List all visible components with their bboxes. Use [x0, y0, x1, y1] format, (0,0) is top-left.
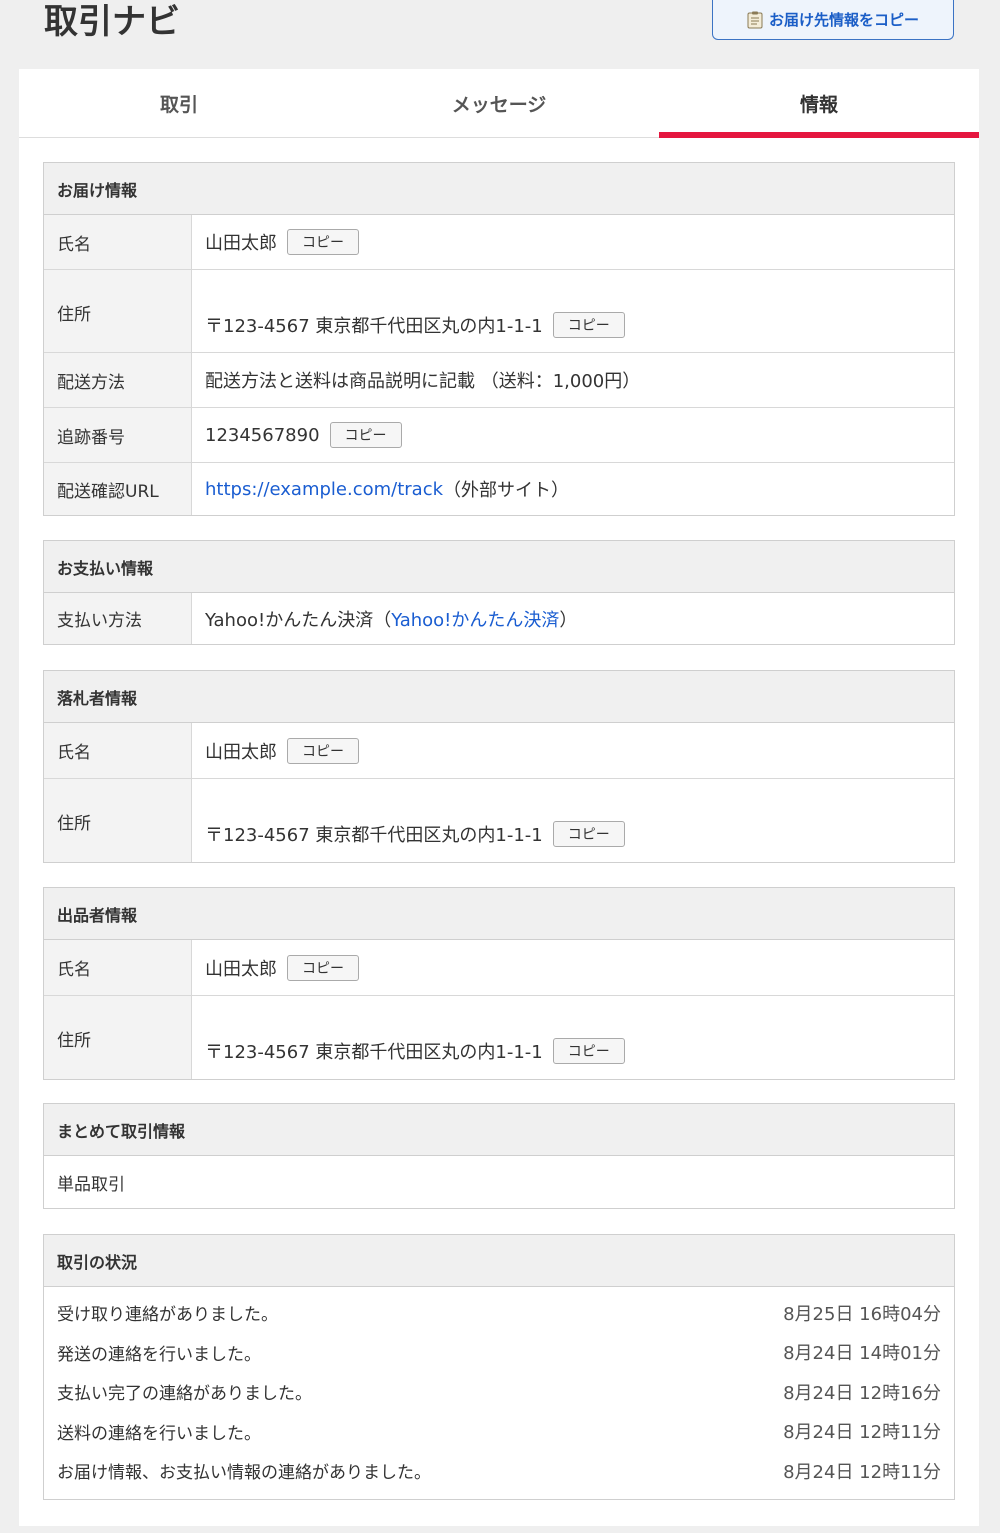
buyer-address-value: 〒123-4567 東京都千代田区丸の内1-1-1 [205, 824, 543, 846]
payment-method-link[interactable]: Yahoo!かんたん決済 [391, 606, 559, 632]
row-value: 山田太郎 コピー [192, 215, 954, 269]
bundle-value: 単品取引 [57, 1174, 125, 1195]
transaction-status-section: 取引の状況 受け取り連絡がありました。 8月25日 16時04分 発送の連絡を行… [43, 1234, 955, 1500]
bundle-info-section: まとめて取引情報 単品取引 [43, 1103, 955, 1209]
row-label: 配送方法 [44, 353, 192, 407]
tracking-url-link[interactable]: https://example.com/track [205, 479, 443, 500]
copy-name-button[interactable]: コピー [287, 954, 359, 981]
row-label: 氏名 [44, 215, 192, 269]
delivery-address-row: 住所 〒123-4567 東京都千代田区丸の内1-1-1 コピー [44, 270, 954, 353]
payment-method-suffix: ） [559, 609, 578, 631]
row-value: 〒123-4567 東京都千代田区丸の内1-1-1 コピー [192, 779, 954, 862]
row-label: 氏名 [44, 940, 192, 995]
copy-delivery-info-label: お届け先情報をコピー [768, 11, 919, 29]
status-time: 8月24日 12時16分 [783, 1382, 941, 1404]
status-time: 8月24日 12時11分 [783, 1461, 941, 1483]
tab-messages[interactable]: メッセージ [339, 69, 659, 137]
delivery-method-row: 配送方法 配送方法と送料は商品説明に記載 （送料：1,000円） [44, 353, 954, 408]
tab-info[interactable]: 情報 [659, 69, 979, 138]
page-title: 取引ナビ [44, 2, 180, 42]
section-heading: 出品者情報 [44, 888, 954, 940]
seller-info-section: 出品者情報 氏名 山田太郎 コピー 住所 〒123-4567 東京都千代田区丸の… [43, 887, 955, 1080]
delivery-method-value: 配送方法と送料は商品説明に記載 （送料：1,000円） [205, 371, 641, 392]
buyer-name-value: 山田太郎 [205, 741, 277, 763]
status-time: 8月24日 14時01分 [783, 1343, 941, 1365]
copy-address-button[interactable]: コピー [552, 312, 625, 338]
status-item: お届け情報、お支払い情報の連絡がありました。 8月24日 12時11分 [44, 1451, 954, 1491]
row-value: 〒123-4567 東京都千代田区丸の内1-1-1 コピー [192, 270, 954, 352]
section-heading: お支払い情報 [44, 541, 954, 593]
section-heading: まとめて取引情報 [44, 1104, 954, 1156]
external-site-note: （外部サイト） [443, 480, 570, 501]
tracking-number-row: 追跡番号 1234567890 コピー [44, 408, 954, 463]
seller-address-row: 住所 〒123-4567 東京都千代田区丸の内1-1-1 コピー [44, 996, 954, 1079]
tracking-number-value: 1234567890 [205, 424, 320, 446]
row-value: 〒123-4567 東京都千代田区丸の内1-1-1 コピー [192, 996, 954, 1079]
buyer-info-section: 落札者情報 氏名 山田太郎 コピー 住所 〒123-4567 東京都千代田区丸の… [43, 670, 955, 863]
clipboard-icon [747, 11, 763, 29]
header: 取引ナビ お届け先情報をコピー [0, 0, 1000, 70]
row-value: 1234567890 コピー [192, 408, 954, 462]
row-label: 配送確認URL [44, 463, 192, 515]
tracking-url-row: 配送確認URL https://example.com/track （外部サイト… [44, 463, 954, 515]
row-value: https://example.com/track （外部サイト） [192, 463, 954, 515]
status-item: 支払い完了の連絡がありました。 8月24日 12時16分 [44, 1372, 954, 1412]
row-label: 支払い方法 [44, 593, 192, 644]
copy-delivery-info-button[interactable]: お届け先情報をコピー [712, 0, 954, 40]
section-heading: 取引の状況 [44, 1235, 954, 1287]
buyer-name-row: 氏名 山田太郎 コピー [44, 723, 954, 779]
status-list: 受け取り連絡がありました。 8月25日 16時04分 発送の連絡を行いました。 … [44, 1287, 954, 1491]
status-text: 受け取り連絡がありました。 [57, 1305, 278, 1326]
seller-name-row: 氏名 山田太郎 コピー [44, 940, 954, 996]
tab-transaction[interactable]: 取引 [19, 69, 339, 137]
copy-tracking-button[interactable]: コピー [329, 422, 402, 448]
status-time: 8月24日 12時11分 [783, 1422, 941, 1444]
status-item: 送料の連絡を行いました。 8月24日 12時11分 [44, 1412, 954, 1452]
copy-name-button[interactable]: コピー [287, 737, 359, 764]
copy-address-button[interactable]: コピー [552, 820, 625, 847]
main-panel: 取引 メッセージ 情報 お届け情報 氏名 山田太郎 コピー 住所 〒123-45… [19, 69, 979, 1526]
delivery-name-row: 氏名 山田太郎 コピー [44, 215, 954, 270]
row-value: 山田太郎 コピー [192, 940, 954, 995]
row-value: Yahoo!かんたん決済（ Yahoo!かんたん決済） [192, 593, 954, 644]
status-time: 8月25日 16時04分 [783, 1303, 941, 1325]
buyer-address-row: 住所 〒123-4567 東京都千代田区丸の内1-1-1 コピー [44, 779, 954, 862]
seller-name-value: 山田太郎 [205, 958, 277, 980]
delivery-info-section: お届け情報 氏名 山田太郎 コピー 住所 〒123-4567 東京都千代田区丸の… [43, 162, 955, 516]
status-text: 支払い完了の連絡がありました。 [57, 1384, 312, 1405]
row-label: 追跡番号 [44, 408, 192, 462]
copy-address-button[interactable]: コピー [552, 1037, 625, 1064]
payment-info-section: お支払い情報 支払い方法 Yahoo!かんたん決済（ Yahoo!かんたん決済） [43, 540, 955, 645]
row-label: 住所 [44, 779, 192, 862]
section-heading: 落札者情報 [44, 671, 954, 723]
status-text: 送料の連絡を行いました。 [57, 1423, 261, 1444]
copy-name-button[interactable]: コピー [287, 229, 359, 255]
status-text: 発送の連絡を行いました。 [57, 1344, 261, 1365]
seller-address-value: 〒123-4567 東京都千代田区丸の内1-1-1 [205, 1041, 543, 1063]
delivery-name-value: 山田太郎 [205, 233, 277, 254]
row-label: 住所 [44, 270, 192, 352]
payment-method-row: 支払い方法 Yahoo!かんたん決済（ Yahoo!かんたん決済） [44, 593, 954, 644]
delivery-address-value: 〒123-4567 東京都千代田区丸の内1-1-1 [205, 316, 543, 337]
row-label: 氏名 [44, 723, 192, 778]
status-item: 発送の連絡を行いました。 8月24日 14時01分 [44, 1333, 954, 1373]
section-heading: お届け情報 [44, 163, 954, 215]
status-item: 受け取り連絡がありました。 8月25日 16時04分 [44, 1293, 954, 1333]
tab-bar: 取引 メッセージ 情報 [19, 69, 979, 138]
row-value: 山田太郎 コピー [192, 723, 954, 778]
status-text: お届け情報、お支払い情報の連絡がありました。 [57, 1463, 431, 1484]
payment-method-value: Yahoo!かんたん決済（ [205, 609, 392, 631]
row-label: 住所 [44, 996, 192, 1079]
